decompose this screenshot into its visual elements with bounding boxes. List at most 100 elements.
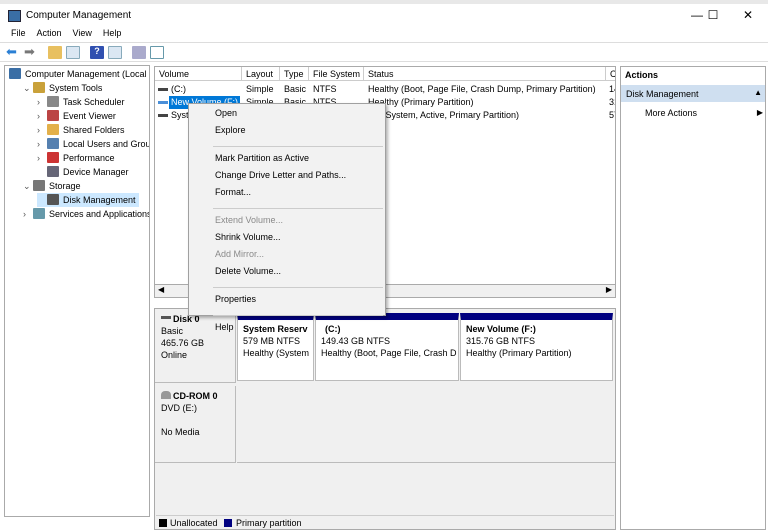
expander-icon[interactable]: ⌄: [23, 81, 33, 95]
expander-icon[interactable]: ›: [37, 137, 47, 151]
context-menu-item[interactable]: Format...: [215, 187, 251, 197]
tree-item-label: Task Scheduler: [63, 97, 125, 107]
clock-icon: [47, 96, 59, 107]
expander-icon[interactable]: ›: [37, 109, 47, 123]
column-status[interactable]: Status: [364, 67, 606, 81]
tree-item[interactable]: › Local Users and Groups: [37, 137, 149, 151]
tree-item[interactable]: › Services and Applications: [23, 207, 150, 221]
show-hide-action-icon[interactable]: [108, 46, 122, 59]
disk-icon: [161, 316, 171, 319]
menu-file[interactable]: File: [11, 27, 26, 40]
show-hide-tree-icon[interactable]: [66, 46, 80, 59]
disk-status: Online: [161, 350, 188, 360]
window-title: Computer Management: [26, 10, 132, 21]
expander-icon[interactable]: ›: [23, 207, 33, 221]
table-cell: thy (System, Active, Primary Partition): [368, 110, 520, 120]
expander-icon[interactable]: ›: [37, 95, 47, 109]
help-icon[interactable]: ?: [90, 46, 104, 59]
column-type[interactable]: Type: [280, 67, 309, 81]
context-menu-item: Add Mirror...: [215, 249, 265, 259]
title-bar: Computer Management — ☐ ✕: [0, 0, 768, 27]
close-button[interactable]: ✕: [733, 6, 763, 24]
disk-map: Disk 0 Basic 465.76 GB Online System Res…: [154, 308, 616, 530]
tree-item[interactable]: Disk Management: [37, 193, 139, 207]
cdrom-0-label[interactable]: CD-ROM 0 DVD (E:) No Media: [155, 386, 236, 463]
context-menu: Open Explore Mark Partition as Active Chang…: [188, 103, 386, 332]
forward-icon[interactable]: ➡: [24, 45, 38, 59]
tree-item-label: Services and Applications: [49, 209, 150, 219]
shared-folder-icon: [47, 124, 59, 135]
connect-icon[interactable]: [132, 46, 146, 59]
expander-icon[interactable]: ›: [37, 151, 47, 165]
expander-icon[interactable]: ⌄: [23, 179, 33, 193]
scroll-right-icon[interactable]: ▶: [606, 285, 612, 294]
column-capacity[interactable]: C: [606, 67, 615, 81]
tree-item[interactable]: Device Manager: [37, 165, 129, 179]
partition-size: 315.76 GB NTFS: [466, 336, 536, 346]
disk-size: 465.76 GB: [161, 338, 205, 348]
partition-status: Healthy (System: [243, 348, 310, 358]
volume-icon: [158, 88, 168, 91]
table-cell: Simple: [246, 84, 274, 94]
context-menu-item[interactable]: Open: [215, 108, 237, 118]
partition-status: Healthy (Boot, Page File, Crash D: [321, 348, 457, 358]
partition-size: 149.43 GB NTFS: [321, 336, 391, 346]
menu-help[interactable]: Help: [103, 27, 122, 40]
partition-new-volume-f[interactable]: New Volume (F:) 315.76 GB NTFS Healthy (…: [460, 313, 613, 381]
partition-system-reserved[interactable]: System Reserv 579 MB NTFS Healthy (Syste…: [237, 313, 314, 381]
context-menu-item[interactable]: Properties: [215, 294, 256, 304]
tree-item[interactable]: › Event Viewer: [37, 109, 116, 123]
tree-item[interactable]: › Shared Folders: [37, 123, 125, 137]
menu-view[interactable]: View: [73, 27, 92, 40]
tree-item[interactable]: Computer Management (Local: [9, 67, 147, 81]
tree-item[interactable]: › Performance: [37, 151, 115, 165]
menu-bar: File Action View Help: [0, 27, 768, 42]
partition-name: New Volume (F:): [466, 324, 536, 334]
tree-item[interactable]: ⌄ Storage: [23, 179, 81, 193]
more-actions[interactable]: More Actions ▶: [645, 108, 763, 118]
properties-icon[interactable]: [150, 46, 164, 59]
tree-item[interactable]: › Task Scheduler: [37, 95, 125, 109]
table-row[interactable]: (C:) Simple Basic NTFS Healthy (Boot, Page F…: [155, 83, 615, 96]
maximize-button[interactable]: ☐: [698, 6, 728, 24]
expander-icon[interactable]: ›: [37, 123, 47, 137]
tree-item[interactable]: ⌄ System Tools: [23, 81, 102, 95]
context-menu-item[interactable]: Shrink Volume...: [215, 232, 281, 242]
context-menu-item[interactable]: Help: [215, 322, 234, 332]
column-volume[interactable]: Volume: [155, 67, 242, 81]
menu-separator: [213, 315, 383, 316]
context-menu-item[interactable]: Mark Partition as Active: [215, 153, 309, 163]
navigation-tree: Computer Management (Local ⌄ System Tools ›…: [4, 65, 150, 517]
back-icon[interactable]: ⬅: [6, 45, 20, 59]
app-icon: [8, 10, 21, 22]
tools-icon: [33, 82, 45, 93]
cdrom-icon: [161, 391, 171, 399]
disk-0-label[interactable]: Disk 0 Basic 465.76 GB Online: [155, 309, 236, 383]
menu-separator: [213, 287, 383, 288]
partition-name: System Reserv: [243, 324, 308, 334]
tree-item-label: Event Viewer: [63, 111, 116, 121]
column-layout[interactable]: Layout: [242, 67, 280, 81]
up-folder-icon[interactable]: [48, 46, 62, 59]
volume-icon: [158, 114, 168, 117]
table-cell: 31: [609, 97, 615, 107]
legend: Unallocated Primary partition: [156, 515, 614, 529]
context-menu-item[interactable]: Delete Volume...: [215, 266, 281, 276]
menu-action[interactable]: Action: [37, 27, 62, 40]
partition-c[interactable]: (C:) 149.43 GB NTFS Healthy (Boot, Page …: [315, 313, 459, 381]
tree-item-label: Storage: [49, 181, 81, 191]
scroll-left-icon[interactable]: ◀: [158, 285, 164, 294]
table-cell: Syst: [171, 110, 189, 120]
disk-icon: [47, 194, 59, 205]
computer-management-icon: [9, 68, 21, 79]
context-menu-item[interactable]: Explore: [215, 125, 246, 135]
actions-section-label: Disk Management: [626, 89, 699, 99]
primary-swatch: [224, 519, 232, 527]
context-menu-item: Extend Volume...: [215, 215, 284, 225]
context-menu-item[interactable]: Change Drive Letter and Paths...: [215, 170, 346, 180]
actions-section-disk-management[interactable]: Disk Management ▲: [621, 85, 765, 102]
column-file-system[interactable]: File System: [309, 67, 364, 81]
users-icon: [47, 138, 59, 149]
table-cell: 57: [609, 110, 615, 120]
collapse-icon[interactable]: ▲: [754, 88, 762, 97]
